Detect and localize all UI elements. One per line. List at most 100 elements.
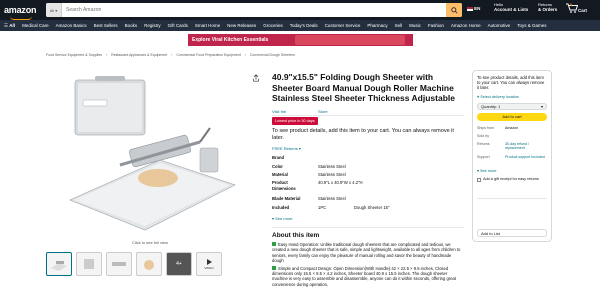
product-main-image[interactable] — [50, 70, 240, 235]
row-value[interactable]: 30-day refund / replacement — [505, 142, 549, 150]
nav-item[interactable]: New Releases — [227, 23, 256, 28]
promo-banner[interactable]: Explore Viral Kitchen Essentials — [188, 34, 413, 46]
store-link[interactable]: Store — [318, 109, 328, 114]
buy-box: To see product details, add this item to… — [472, 70, 552, 242]
see-more-link[interactable]: ▾ See more — [272, 216, 292, 221]
search-category-dropdown[interactable]: All ▾ — [46, 3, 62, 17]
returns-row: Returns 30-day refund / replacement — [477, 142, 547, 155]
nav-item[interactable]: Registry — [144, 23, 161, 28]
share-icon[interactable] — [252, 74, 260, 82]
orders-label: & Orders — [538, 7, 558, 12]
quantity-label: Quantity: 1 — [481, 103, 501, 109]
free-returns-link[interactable]: FREE Returns ▾ — [272, 146, 301, 151]
thumbnail-image[interactable] — [46, 252, 72, 276]
play-icon — [207, 259, 212, 265]
more-thumbnails-count: 4+ — [176, 261, 182, 267]
bullet-text: Easy Hand Operation: Unlike traditional … — [272, 242, 461, 264]
buybox-see-more[interactable]: ▾ See more — [477, 168, 547, 173]
breadcrumb-separator: › — [244, 53, 246, 57]
row-value[interactable]: Product support included — [505, 155, 549, 159]
nav-item[interactable]: Amazon Home — [451, 23, 481, 28]
nav-item[interactable]: Amazon Basics — [56, 23, 87, 28]
account-menu[interactable]: Hello Account & Lists — [494, 2, 528, 18]
about-heading: About this item — [272, 232, 320, 239]
thumbnail-image[interactable] — [106, 252, 132, 276]
spec-value: Stainless Steel — [318, 172, 346, 177]
nav-item[interactable]: Toys & Games — [517, 23, 546, 28]
top-header: amazon All ▾ EN Hello Account & Lists Re… — [0, 0, 600, 20]
nav-item[interactable]: Automotive — [488, 23, 511, 28]
nav-item[interactable]: Customer Service — [325, 23, 361, 28]
flag-icon — [467, 6, 473, 11]
nav-item[interactable]: Gift Cards — [168, 23, 188, 28]
breadcrumb-link[interactable]: Food Service Equipment & Supplies — [46, 53, 102, 57]
thumbnail-product-image — [112, 262, 126, 266]
ships-from-row: Ships from Amazon — [477, 126, 547, 134]
search-category-label: All — [49, 7, 55, 13]
gift-checkbox[interactable] — [477, 177, 481, 182]
check-icon — [272, 265, 276, 270]
support-row: Support Product support included — [477, 155, 547, 168]
thumbnail-product-image — [51, 261, 67, 271]
nav-item[interactable]: Music — [409, 23, 421, 28]
bullet-item: Simple and Compact Design: Open Dimensio… — [272, 265, 464, 288]
all-menu-label: All — [9, 22, 16, 28]
cart-count: 0 — [570, 2, 573, 7]
sold-by-row: Sold by — [477, 134, 547, 142]
deal-badge: Lowest price in 30 days — [272, 117, 318, 125]
free-returns-label: FREE Returns — [272, 146, 298, 151]
breadcrumb-link[interactable]: Commercial Food Preparation Equipment — [176, 53, 240, 57]
spec-label: Product Dimensions — [272, 180, 296, 191]
nav-item[interactable]: Groceries — [263, 23, 283, 28]
video-thumbnail[interactable]: VIDEO — [196, 252, 222, 276]
visit-store-text[interactable]: Visit the — [272, 109, 286, 114]
spec-value: Stainless Steel — [318, 196, 346, 201]
nav-item[interactable]: Fashion — [428, 23, 444, 28]
spec-label: Color — [272, 164, 283, 169]
quantity-select[interactable]: Quantity: 1 ▾ — [477, 102, 547, 110]
nav-item[interactable]: Sell — [395, 23, 403, 28]
breadcrumb-link[interactable]: Restaurant Appliances & Equipment — [111, 53, 167, 57]
cart-button[interactable]: 0 Cart — [566, 2, 587, 19]
about-bullets: Easy Hand Operation: Unlike traditional … — [272, 242, 464, 289]
breadcrumb-separator: › — [106, 53, 108, 57]
nav-item[interactable]: Medical Care — [22, 23, 49, 28]
cart-label: Cart — [578, 8, 588, 13]
spec-value: 1PC — [318, 205, 327, 210]
nav-item[interactable]: Pharmacy — [367, 23, 387, 28]
bullet-item: Easy Hand Operation: Unlike traditional … — [272, 242, 464, 264]
add-to-list-button[interactable]: Add to List — [477, 229, 547, 237]
check-icon — [272, 242, 276, 246]
amazon-logo[interactable]: amazon — [4, 5, 44, 20]
search-icon — [450, 6, 458, 14]
breadcrumb-separator: › — [171, 53, 173, 57]
all-menu-button[interactable]: ☰ All — [4, 23, 15, 29]
nav-item[interactable]: Today's Deals — [290, 23, 318, 28]
spec-label: Included — [272, 205, 290, 210]
language-label: EN — [474, 6, 481, 11]
thumbnail-image[interactable] — [76, 252, 102, 276]
returns-orders[interactable]: Returns & Orders — [538, 2, 557, 18]
search-button[interactable] — [446, 3, 462, 17]
see-more-label: See more — [275, 216, 293, 221]
gift-receipt-option[interactable]: Add a gift receipt for easy returns — [477, 177, 547, 182]
row-label: Returns — [477, 141, 490, 146]
divider — [272, 115, 464, 116]
account-label: Account & Lists — [494, 7, 529, 12]
delivery-location-link[interactable]: ⌖ Select delivery location — [477, 95, 547, 99]
more-thumbnails-button[interactable]: 4+ — [166, 252, 192, 276]
thumbnail-product-image — [84, 259, 94, 269]
breadcrumb-link[interactable]: Commercial Dough Sheeters — [250, 53, 295, 57]
search-input[interactable] — [62, 3, 446, 17]
row-value: Amazon — [505, 125, 519, 130]
nav-item[interactable]: Smart Home — [195, 23, 220, 28]
promo-product-strip — [295, 35, 405, 45]
chevron-down-icon: ▾ — [540, 103, 543, 109]
nav-item[interactable]: Books — [125, 23, 138, 28]
add-to-cart-button[interactable]: Add to cart — [477, 112, 547, 121]
nav-item[interactable]: Best Sellers — [94, 23, 118, 28]
logo-text: amazon — [4, 5, 37, 15]
delivery-location-label: Select delivery location — [480, 94, 520, 99]
thumbnail-image[interactable] — [136, 252, 162, 276]
divider — [272, 227, 464, 228]
